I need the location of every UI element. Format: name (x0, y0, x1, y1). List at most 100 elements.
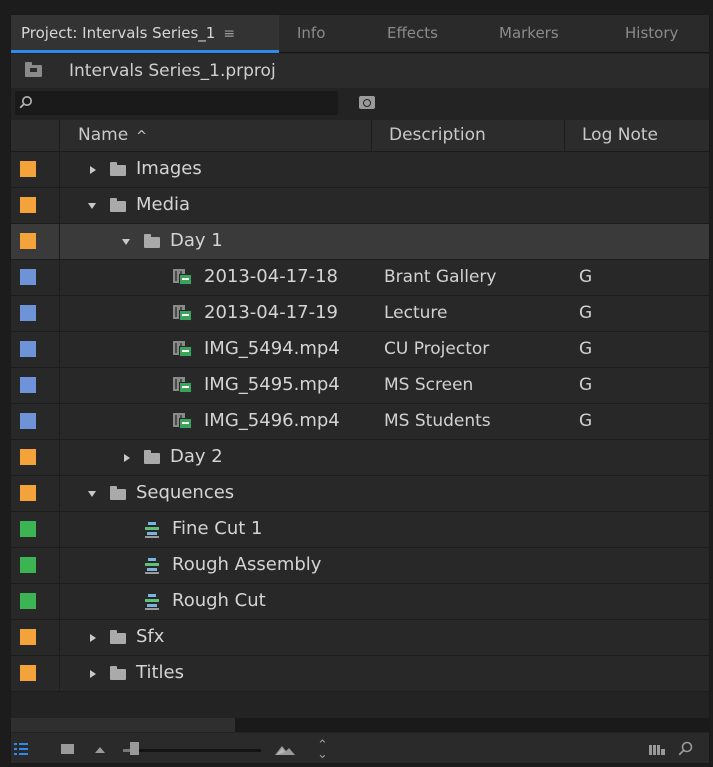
log-note-cell[interactable] (565, 548, 709, 583)
name-cell[interactable]: Sfx (60, 620, 372, 655)
name-cell[interactable]: 2013-04-17-19 (60, 296, 372, 331)
list-view-icon[interactable] (14, 743, 28, 755)
log-note-cell[interactable]: G (565, 296, 709, 331)
log-note-cell[interactable]: G (565, 332, 709, 367)
label-color-cell[interactable] (11, 620, 60, 655)
name-cell[interactable]: Rough Assembly (60, 548, 372, 583)
project-item-row[interactable]: Fine Cut 1 (11, 512, 709, 548)
name-cell[interactable]: 2013-04-17-18 (60, 260, 372, 295)
zoom-slider[interactable] (123, 749, 261, 752)
log-note-cell[interactable] (565, 224, 709, 259)
tab-info[interactable]: Info (279, 15, 375, 53)
log-note-cell[interactable] (565, 476, 709, 511)
sort-icon[interactable]: ⌃ ⌄ (317, 739, 328, 761)
description-cell[interactable]: MS Students (372, 404, 565, 439)
description-cell[interactable] (372, 188, 565, 223)
tab-markers[interactable]: Markers (485, 15, 605, 53)
disclosure-collapsed-icon[interactable] (124, 454, 130, 462)
label-color-cell[interactable] (11, 260, 60, 295)
large-thumb-icon[interactable] (275, 743, 295, 755)
log-note-column-header[interactable]: Log Note (565, 120, 709, 152)
description-cell[interactable]: Lecture (372, 296, 565, 331)
name-cell[interactable]: IMG_5494.mp4 (60, 332, 372, 367)
name-cell[interactable]: Rough Cut (60, 584, 372, 619)
label-color-cell[interactable] (11, 584, 60, 619)
project-item-row[interactable]: Sequences (11, 476, 709, 512)
small-thumb-icon[interactable] (95, 747, 105, 753)
description-cell[interactable] (372, 224, 565, 259)
label-color-cell[interactable] (11, 188, 60, 223)
bin-tools-icon[interactable] (649, 743, 665, 755)
project-item-row[interactable]: Day 2 (11, 440, 709, 476)
label-color-cell[interactable] (11, 152, 60, 187)
label-color-cell[interactable] (11, 296, 60, 331)
label-color-cell[interactable] (11, 512, 60, 547)
label-color-cell[interactable] (11, 224, 60, 259)
description-cell[interactable]: CU Projector (372, 332, 565, 367)
scrollbar-thumb[interactable] (11, 718, 235, 732)
project-item-row[interactable]: Media (11, 188, 709, 224)
log-note-cell[interactable]: G (565, 368, 709, 403)
label-color-cell[interactable] (11, 440, 60, 475)
log-note-cell[interactable] (565, 188, 709, 223)
tab-project[interactable]: Project: Intervals Series_1 ≡ (11, 15, 279, 53)
disclosure-expanded-icon[interactable] (88, 491, 96, 497)
description-cell[interactable] (372, 440, 565, 475)
project-item-row[interactable]: IMG_5495.mp4 MS Screen G (11, 368, 709, 404)
description-cell[interactable] (372, 152, 565, 187)
icon-view-icon[interactable] (61, 744, 74, 754)
panel-menu-icon[interactable]: ≡ (223, 26, 235, 42)
project-item-row[interactable]: Rough Cut (11, 584, 709, 620)
description-cell[interactable]: MS Screen (372, 368, 565, 403)
name-cell[interactable]: Fine Cut 1 (60, 512, 372, 547)
description-cell[interactable] (372, 584, 565, 619)
disclosure-expanded-icon[interactable] (122, 239, 130, 245)
name-cell[interactable]: IMG_5495.mp4 (60, 368, 372, 403)
tab-effects[interactable]: Effects (375, 15, 485, 53)
find-icon[interactable] (678, 741, 693, 756)
description-cell[interactable] (372, 512, 565, 547)
zoom-slider-thumb[interactable] (129, 742, 139, 755)
search-input[interactable] (15, 91, 338, 115)
disclosure-collapsed-icon[interactable] (90, 634, 96, 642)
label-color-cell[interactable] (11, 368, 60, 403)
label-color-cell[interactable] (11, 548, 60, 583)
name-cell[interactable]: Sequences (60, 476, 372, 511)
log-note-cell[interactable] (565, 512, 709, 547)
tab-history[interactable]: History (605, 15, 709, 53)
name-column-header[interactable]: Name ^ (60, 120, 372, 152)
name-cell[interactable]: Media (60, 188, 372, 223)
name-cell[interactable]: Images (60, 152, 372, 187)
name-cell[interactable]: IMG_5496.mp4 (60, 404, 372, 439)
name-cell[interactable]: Day 2 (60, 440, 372, 475)
name-cell[interactable]: Day 1 (60, 224, 372, 259)
log-note-cell[interactable] (565, 656, 709, 691)
description-cell[interactable] (372, 476, 565, 511)
project-item-row[interactable]: Sfx (11, 620, 709, 656)
description-column-header[interactable]: Description (372, 120, 565, 152)
disclosure-collapsed-icon[interactable] (90, 166, 96, 174)
log-note-cell[interactable]: G (565, 404, 709, 439)
log-note-cell[interactable]: G (565, 260, 709, 295)
disclosure-collapsed-icon[interactable] (90, 670, 96, 678)
log-note-cell[interactable] (565, 584, 709, 619)
disclosure-expanded-icon[interactable] (88, 203, 96, 209)
project-item-row[interactable]: IMG_5496.mp4 MS Students G (11, 404, 709, 440)
label-color-cell[interactable] (11, 476, 60, 511)
label-column-header[interactable] (11, 120, 60, 152)
project-item-row[interactable]: Titles (11, 656, 709, 692)
label-color-cell[interactable] (11, 404, 60, 439)
project-item-row[interactable]: Images (11, 152, 709, 188)
log-note-cell[interactable] (565, 152, 709, 187)
label-color-cell[interactable] (11, 656, 60, 691)
create-search-bin-icon[interactable] (359, 96, 375, 109)
log-note-cell[interactable] (565, 620, 709, 655)
project-item-row[interactable]: 2013-04-17-19 Lecture G (11, 296, 709, 332)
project-item-row[interactable]: 2013-04-17-18 Brant Gallery G (11, 260, 709, 296)
log-note-cell[interactable] (565, 440, 709, 475)
description-cell[interactable]: Brant Gallery (372, 260, 565, 295)
description-cell[interactable] (372, 620, 565, 655)
project-item-row[interactable]: Day 1 (11, 224, 709, 260)
name-cell[interactable]: Titles (60, 656, 372, 691)
project-item-row[interactable]: Rough Assembly (11, 548, 709, 584)
